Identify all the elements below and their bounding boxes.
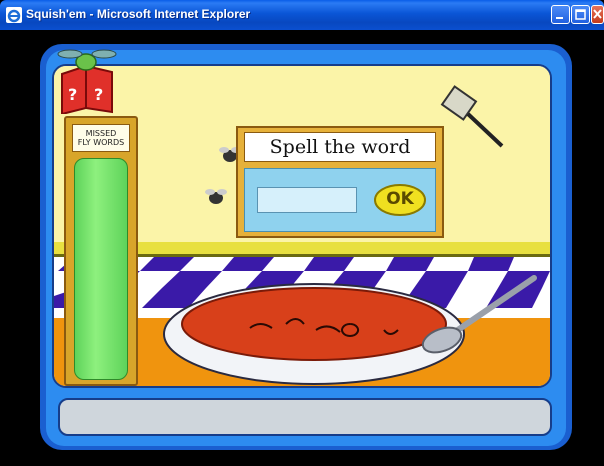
missed-words-label: MISSED FLY WORDS bbox=[72, 124, 130, 152]
minimize-icon bbox=[556, 17, 563, 19]
ok-button[interactable]: OK bbox=[373, 183, 427, 217]
spell-dialog: Spell the word OK bbox=[236, 126, 444, 238]
title-bar[interactable]: Squish'em - Microsoft Internet Explorer bbox=[0, 0, 604, 30]
missed-words-panel: MISSED FLY WORDS bbox=[64, 116, 138, 386]
close-button[interactable] bbox=[591, 5, 604, 24]
ok-label: OK bbox=[386, 189, 414, 209]
internet-explorer-icon bbox=[6, 7, 22, 23]
status-panel bbox=[58, 398, 552, 436]
maximize-button[interactable] bbox=[571, 5, 590, 24]
svg-text:?: ? bbox=[94, 85, 103, 104]
window-title: Squish'em - Microsoft Internet Explorer bbox=[26, 7, 251, 21]
maximize-icon bbox=[575, 9, 586, 20]
svg-text:?: ? bbox=[68, 85, 77, 104]
answer-input[interactable] bbox=[257, 187, 357, 213]
missed-label-line2: FLY WORDS bbox=[77, 138, 125, 147]
browser-window: Squish'em - Microsoft Internet Explorer bbox=[0, 0, 604, 466]
minimize-button[interactable] bbox=[551, 5, 570, 24]
missed-words-tube bbox=[74, 158, 128, 380]
help-book-icon[interactable]: ? ? bbox=[52, 46, 122, 114]
close-icon bbox=[593, 9, 602, 19]
missed-label-line1: MISSED bbox=[85, 129, 117, 138]
spell-input-panel: OK bbox=[244, 168, 436, 232]
spell-prompt: Spell the word bbox=[244, 132, 436, 162]
